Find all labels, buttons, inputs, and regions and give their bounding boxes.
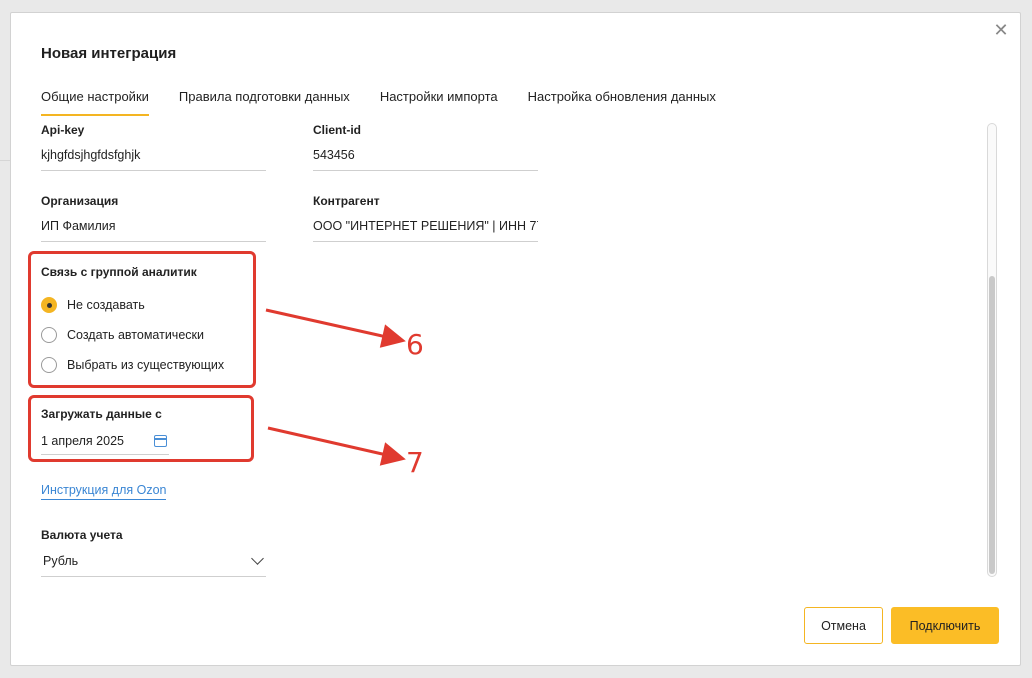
cancel-button[interactable]: Отмена	[804, 607, 883, 644]
scrollbar-thumb[interactable]	[989, 276, 995, 574]
currency-label: Валюта учета	[41, 528, 123, 542]
scrollbar-track[interactable]	[987, 123, 997, 577]
client-id-label: Client-id	[313, 123, 361, 137]
currency-select[interactable]: Рубль	[41, 551, 266, 577]
client-id-field[interactable]: 543456	[313, 143, 538, 171]
tab-import-settings[interactable]: Настройки импорта	[380, 89, 498, 116]
tab-data-update-settings[interactable]: Настройка обновления данных	[528, 89, 716, 116]
tab-data-preparation-rules[interactable]: Правила подготовки данных	[179, 89, 350, 116]
api-key-label: Api-key	[41, 123, 85, 137]
currency-value: Рубль	[43, 554, 79, 568]
new-integration-dialog: ✕ Новая интеграция Общие настройки Прави…	[10, 12, 1021, 666]
close-icon[interactable]: ✕	[992, 21, 1010, 39]
organization-field[interactable]: ИП Фамилия	[41, 214, 266, 242]
dialog-title: Новая интеграция	[41, 45, 177, 62]
highlight-box-load-from	[28, 395, 254, 462]
counterparty-label: Контрагент	[313, 194, 380, 208]
tab-bar: Общие настройки Правила подготовки данны…	[41, 89, 746, 116]
annotation-label-6: 6	[406, 328, 424, 361]
tab-general-settings[interactable]: Общие настройки	[41, 89, 149, 116]
ozon-instruction-link[interactable]: Инструкция для Ozon	[41, 483, 167, 500]
chevron-down-icon[interactable]	[251, 552, 264, 565]
connect-button[interactable]: Подключить	[891, 607, 999, 644]
counterparty-field[interactable]: ООО "ИНТЕРНЕТ РЕШЕНИЯ" | ИНН 7704217370	[313, 214, 538, 242]
organization-label: Организация	[41, 194, 119, 208]
api-key-field[interactable]: kjhgfdsjhgfdsfghjk	[41, 143, 266, 171]
highlight-box-analytics	[28, 251, 256, 388]
annotation-label-7: 7	[406, 446, 424, 479]
backdrop-divider	[0, 160, 10, 161]
